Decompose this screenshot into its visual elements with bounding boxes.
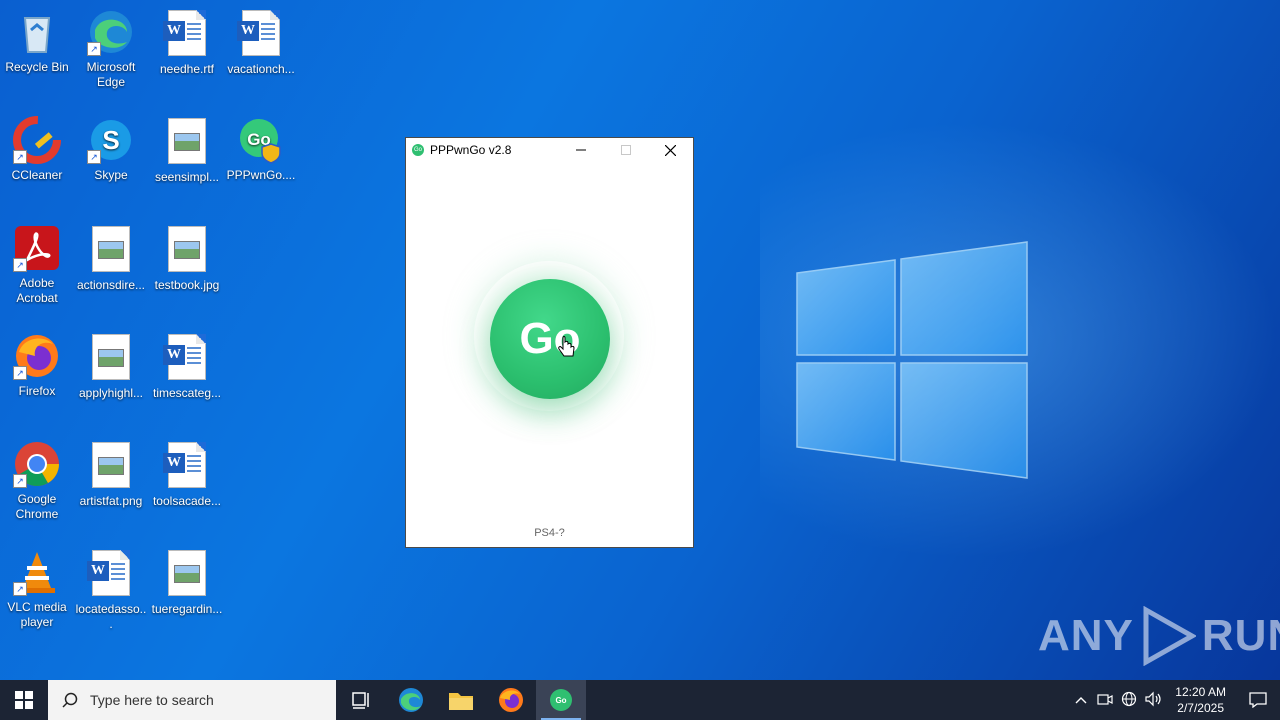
watermark-right-text: RUN — [1201, 611, 1280, 660]
edge-icon — [399, 688, 423, 712]
word-document-icon: W — [87, 550, 135, 598]
desktop-icon-word-doc[interactable]: W toolsacade... — [150, 440, 224, 509]
shortcut-arrow-icon: ↗ — [13, 474, 27, 488]
desktop-icon-image-file[interactable]: seensimpl... — [150, 116, 224, 185]
task-view-button[interactable] — [336, 680, 386, 720]
pppwngo-window[interactable]: Go PPPwnGo v2.8 Go PS4-? — [405, 137, 694, 548]
action-center-button[interactable] — [1236, 680, 1280, 720]
word-document-icon: W — [163, 10, 211, 58]
desktop-icon-image-file[interactable]: tueregardin... — [150, 548, 224, 617]
taskbar-app-text: Go — [555, 695, 567, 705]
desktop-icon-ccleaner[interactable]: ↗ CCleaner — [0, 116, 74, 183]
play-triangle-icon — [1143, 606, 1196, 666]
notification-icon — [1249, 692, 1267, 708]
desktop-icon-microsoft-edge[interactable]: ↗ Microsoft Edge — [74, 8, 148, 90]
desktop-icon-google-chrome[interactable]: ↗ Google Chrome — [0, 440, 74, 522]
image-file-icon — [87, 334, 135, 382]
close-icon — [665, 144, 676, 156]
desktop-icon-word-doc[interactable]: W needhe.rtf — [150, 8, 224, 77]
taskbar-edge[interactable] — [386, 680, 436, 720]
watermark-left-text: ANY — [1038, 611, 1134, 660]
meet-now-icon[interactable] — [1093, 692, 1117, 709]
window-title: PPPwnGo v2.8 — [430, 143, 512, 157]
taskbar-file-explorer[interactable] — [436, 680, 486, 720]
firefox-icon: ↗ — [13, 332, 61, 380]
desktop-icon-firefox[interactable]: ↗ Firefox — [0, 332, 74, 399]
start-button[interactable] — [0, 680, 48, 720]
image-file-icon — [87, 442, 135, 490]
network-globe-icon[interactable] — [1117, 691, 1141, 710]
taskbar-pppwngo[interactable]: Go — [536, 680, 586, 720]
image-file-icon — [163, 118, 211, 166]
task-view-icon — [352, 692, 369, 709]
shortcut-arrow-icon: ↗ — [87, 150, 101, 164]
pppwngo-title-icon: Go — [412, 144, 424, 156]
clock-time: 12:20 AM — [1175, 685, 1226, 699]
desktop-icon-image-file[interactable]: testbook.jpg — [150, 224, 224, 293]
shortcut-arrow-icon: ↗ — [13, 582, 27, 596]
firefox-icon — [499, 688, 523, 712]
maximize-button[interactable] — [603, 138, 648, 162]
show-hidden-icons-chevron-icon[interactable] — [1069, 693, 1093, 707]
recycle-bin-icon — [13, 8, 61, 56]
windows-logo-wallpaper — [796, 241, 1028, 479]
desktop-icon-vlc[interactable]: ↗ VLC media player — [0, 548, 74, 630]
maximize-icon — [620, 145, 631, 155]
desktop-icon-adobe-acrobat[interactable]: ↗ Adobe Acrobat — [0, 224, 74, 306]
volume-speaker-icon[interactable] — [1141, 691, 1165, 710]
minimize-icon — [575, 149, 586, 151]
search-icon — [62, 692, 78, 708]
google-chrome-icon: ↗ — [13, 440, 61, 488]
word-document-icon: W — [237, 10, 285, 58]
taskbar-search-box[interactable]: Type here to search — [48, 680, 336, 720]
shortcut-arrow-icon: ↗ — [13, 366, 27, 380]
desktop-icon-word-doc[interactable]: W locatedasso... — [74, 548, 148, 632]
close-button[interactable] — [648, 138, 693, 162]
image-file-icon — [163, 550, 211, 598]
desktop-icon-word-doc[interactable]: W vacationch... — [224, 8, 298, 77]
search-placeholder: Type here to search — [90, 692, 214, 708]
edge-icon: ↗ — [87, 8, 135, 56]
taskbar: Type here to search Go 12:20 AM 2/7/2025 — [0, 680, 1280, 720]
shortcut-arrow-icon: ↗ — [13, 150, 27, 164]
desktop-icon-word-doc[interactable]: W timescateg... — [150, 332, 224, 401]
ccleaner-icon: ↗ — [13, 116, 61, 164]
taskbar-firefox[interactable] — [486, 680, 536, 720]
image-file-icon — [87, 226, 135, 274]
vlc-cone-icon: ↗ — [13, 548, 61, 596]
image-file-icon — [163, 226, 211, 274]
desktop-icon-recycle-bin[interactable]: Recycle Bin — [0, 8, 74, 75]
word-document-icon: W — [163, 334, 211, 382]
desktop-icon-image-file[interactable]: artistfat.png — [74, 440, 148, 509]
taskbar-clock[interactable]: 12:20 AM 2/7/2025 — [1165, 684, 1236, 716]
go-button[interactable]: Go — [490, 279, 610, 399]
hand-cursor-icon — [558, 336, 575, 357]
window-titlebar[interactable]: Go PPPwnGo v2.8 — [406, 138, 693, 162]
shortcut-arrow-icon: ↗ — [87, 42, 101, 56]
system-tray: 12:20 AM 2/7/2025 — [1069, 680, 1280, 720]
shortcut-arrow-icon: ↗ — [13, 258, 27, 272]
windows-start-icon — [15, 691, 33, 709]
console-status: PS4-? — [534, 527, 565, 539]
word-document-icon: W — [163, 442, 211, 490]
svg-text:S: S — [102, 125, 119, 155]
skype-icon: S ↗ — [87, 116, 135, 164]
minimize-button[interactable] — [558, 138, 603, 162]
adobe-acrobat-icon: ↗ — [13, 224, 61, 272]
desktop-icon-skype[interactable]: S ↗ Skype — [74, 116, 148, 183]
desktop-icon-image-file[interactable]: applyhighl... — [74, 332, 148, 401]
clock-date: 2/7/2025 — [1177, 701, 1224, 715]
anyrun-watermark: ANY RUN — [1038, 606, 1280, 666]
desktop-icon-pppwngo[interactable]: Go PPPwnGo.... — [224, 116, 298, 183]
folder-icon — [449, 693, 473, 710]
pppwngo-app-icon: Go — [237, 116, 285, 164]
desktop-icon-image-file[interactable]: actionsdire... — [74, 224, 148, 293]
